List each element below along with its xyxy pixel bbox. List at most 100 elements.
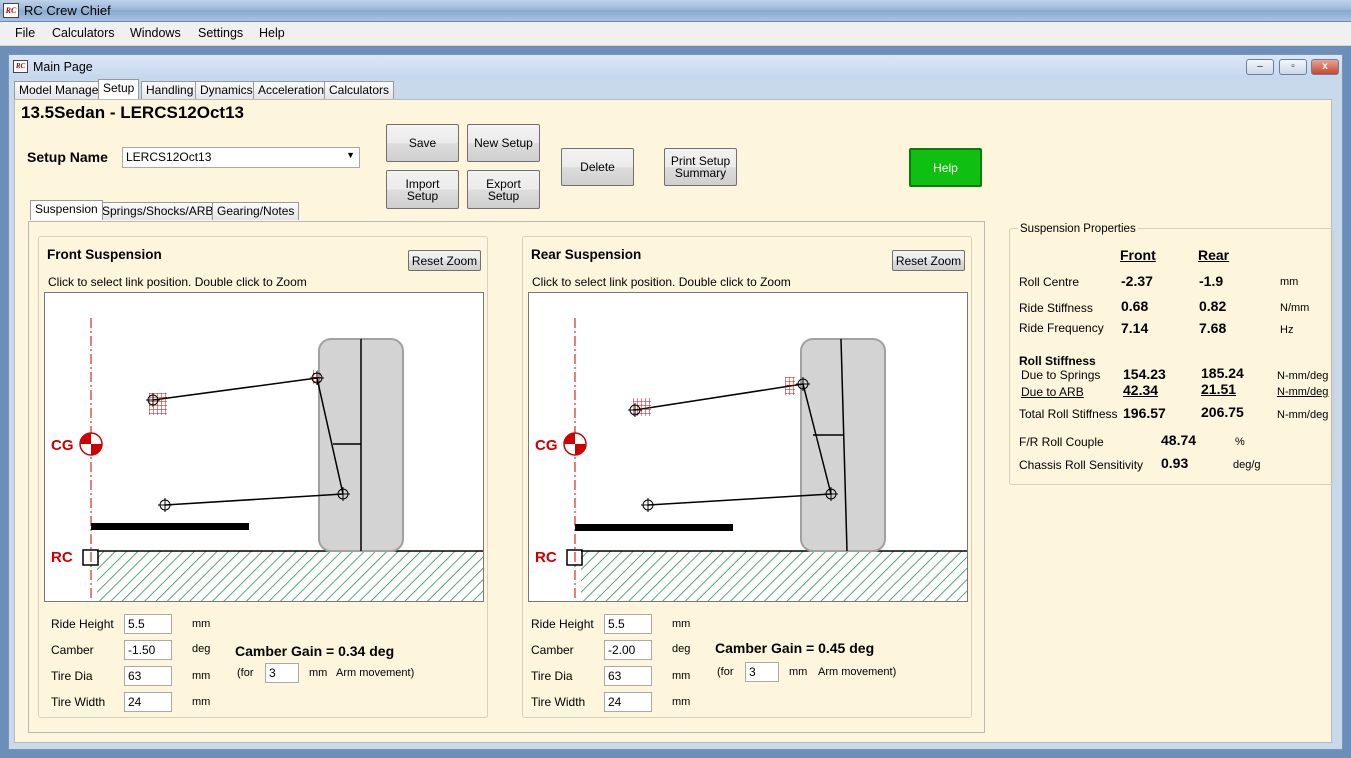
tab-setup[interactable]: Setup <box>98 79 140 99</box>
due-to-springs-label: Due to Springs <box>1021 368 1101 382</box>
front-suspension-title: Front Suspension <box>47 247 162 262</box>
new-setup-button[interactable]: New Setup <box>467 124 540 162</box>
front-arm-unit: mm <box>309 667 328 679</box>
roll-centre-front: -2.37 <box>1121 273 1153 289</box>
front-camber-label: Camber <box>51 643 94 657</box>
tab-handling[interactable]: Handling <box>141 81 199 99</box>
rear-suspension-group: Rear Suspension Click to select link pos… <box>522 236 972 718</box>
front-tire-width-label: Tire Width <box>51 695 106 709</box>
front-suspension-svg[interactable]: CG RC <box>45 293 484 602</box>
front-column-header: Front <box>1120 247 1156 263</box>
due-to-springs-rear: 185.24 <box>1201 365 1244 381</box>
tab-suspension[interactable]: Suspension <box>30 200 103 220</box>
roll-sensitivity-label: Chassis Roll Sensitivity <box>1019 458 1144 472</box>
total-roll-stiffness-unit: N-mm/deg <box>1277 409 1329 421</box>
rear-suspension-svg[interactable]: CG RC <box>529 293 968 602</box>
ride-stiffness-unit: N/mm <box>1280 302 1310 314</box>
child-titlebar: RC Main Page – ▫ x <box>9 55 1342 79</box>
child-logo-icon: RC <box>13 60 28 73</box>
front-ride-height-label: Ride Height <box>51 617 114 631</box>
front-reset-zoom-button[interactable]: Reset Zoom <box>408 250 481 271</box>
menu-windows[interactable]: Windows <box>130 26 181 40</box>
restore-button[interactable]: ▫ <box>1279 59 1307 75</box>
front-ride-height-input[interactable]: 5.5 <box>124 614 172 634</box>
front-tire-dia-unit: mm <box>192 670 211 682</box>
rear-arm-suffix: Arm movement) <box>818 666 897 678</box>
front-tire-dia-input[interactable]: 63 <box>124 666 172 686</box>
front-tire-width-input[interactable]: 24 <box>124 692 172 712</box>
rear-tire[interactable] <box>800 338 886 552</box>
rear-tire-dia-input[interactable]: 63 <box>604 666 652 686</box>
front-lower-inner-pivot[interactable] <box>158 498 172 512</box>
rear-tire-width-label: Tire Width <box>531 695 586 709</box>
help-button[interactable]: Help <box>909 148 982 187</box>
front-upper-inner-grid <box>149 393 167 415</box>
menu-file[interactable]: File <box>15 26 35 40</box>
due-to-arb-rear: 21.51 <box>1201 381 1237 397</box>
roll-couple-value: 48.74 <box>1161 432 1197 448</box>
tab-gearing-notes[interactable]: Gearing/Notes <box>212 202 300 220</box>
tab-springs-shocks-arb[interactable]: Springs/Shocks/ARB <box>97 202 219 220</box>
rear-lower-inner-pivot[interactable] <box>641 498 655 512</box>
roll-couple-unit: % <box>1235 436 1245 448</box>
menu-bar: File Calculators Windows Settings Help <box>0 22 1351 46</box>
menu-settings[interactable]: Settings <box>198 26 243 40</box>
rear-suspension-title: Rear Suspension <box>531 247 642 262</box>
minimize-button[interactable]: – <box>1246 59 1274 75</box>
ride-stiffness-rear: 0.82 <box>1199 298 1227 314</box>
front-upper-arm[interactable] <box>152 377 318 401</box>
tab-model-manager[interactable]: Model Manager <box>14 81 108 99</box>
front-suspension-diagram[interactable]: CG RC <box>44 292 484 602</box>
front-lower-arm[interactable] <box>164 493 344 506</box>
ride-frequency-unit: Hz <box>1280 324 1294 336</box>
rear-suspension-hint: Click to select link position. Double cl… <box>532 275 791 289</box>
rear-ground-hatch <box>581 551 967 601</box>
front-arm-movement-input[interactable]: 3 <box>265 663 299 683</box>
front-suspension-group: Front Suspension Click to select link po… <box>38 236 488 718</box>
rear-upper-outer-grid <box>785 377 795 395</box>
rear-suspension-diagram[interactable]: CG RC <box>528 292 968 602</box>
rear-upper-arm[interactable] <box>634 383 804 411</box>
rear-cg-label: CG <box>535 437 558 454</box>
setup-name-dropdown[interactable]: LERCS12Oct13 ▼ <box>122 147 360 168</box>
front-camber-input[interactable]: -1.50 <box>124 640 172 660</box>
menu-calculators[interactable]: Calculators <box>52 26 115 40</box>
export-setup-button[interactable]: Export Setup <box>467 170 540 209</box>
import-setup-button[interactable]: Import Setup <box>386 170 459 209</box>
rear-camber-input[interactable]: -2.00 <box>604 640 652 660</box>
chevron-down-icon[interactable]: ▼ <box>346 150 355 160</box>
rear-ride-height-input[interactable]: 5.5 <box>604 614 652 634</box>
front-tire-dia-label: Tire Dia <box>51 669 93 683</box>
tab-acceleration[interactable]: Acceleration <box>253 81 330 99</box>
rear-reset-zoom-button[interactable]: Reset Zoom <box>892 250 965 271</box>
rear-for-label: (for <box>717 666 734 678</box>
due-to-springs-front: 154.23 <box>1123 366 1166 382</box>
delete-button[interactable]: Delete <box>561 148 634 186</box>
front-suspension-hint: Click to select link position. Double cl… <box>48 275 307 289</box>
front-cg-icon <box>79 432 103 456</box>
menu-help[interactable]: Help <box>259 26 285 40</box>
front-rc-label: RC <box>51 549 73 566</box>
print-setup-summary-button[interactable]: Print Setup Summary <box>664 148 737 186</box>
rear-rc-label: RC <box>535 549 557 566</box>
export-setup-label-2: Setup <box>487 188 520 203</box>
roll-couple-label: F/R Roll Couple <box>1019 435 1104 449</box>
front-tire-width-unit: mm <box>192 696 211 708</box>
front-ride-height-unit: mm <box>192 618 211 630</box>
import-setup-label-1: Import <box>405 176 440 191</box>
save-button[interactable]: Save <box>386 124 459 162</box>
rear-tire-dia-unit: mm <box>672 670 691 682</box>
tab-calculators[interactable]: Calculators <box>324 81 395 99</box>
close-button[interactable]: x <box>1311 59 1339 75</box>
rear-tire-width-input[interactable]: 24 <box>604 692 652 712</box>
front-camber-unit: deg <box>192 643 211 655</box>
ride-stiffness-front: 0.68 <box>1121 298 1149 314</box>
rear-arm-movement-input[interactable]: 3 <box>745 662 779 682</box>
total-roll-stiffness-label: Total Roll Stiffness <box>1019 407 1118 421</box>
rear-camber-label: Camber <box>531 643 574 657</box>
tab-dynamics[interactable]: Dynamics <box>195 81 258 99</box>
due-to-arb-unit: N-mm/deg <box>1277 386 1329 398</box>
main-page-window: RC Main Page – ▫ x Model Manager Setup H… <box>8 54 1343 750</box>
ride-frequency-rear: 7.68 <box>1199 320 1227 336</box>
roll-sensitivity-value: 0.93 <box>1161 455 1189 471</box>
